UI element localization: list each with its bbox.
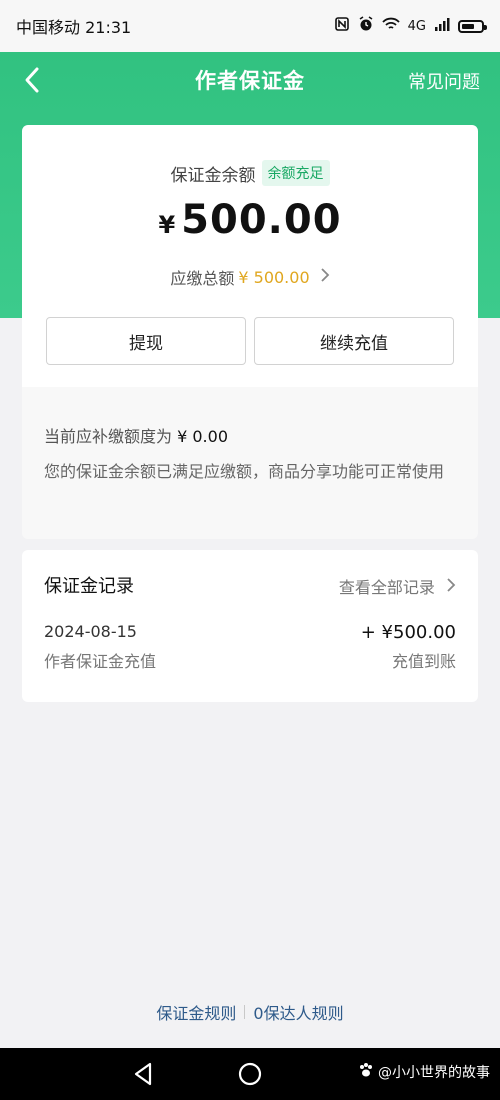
triangle-back-icon [134,1062,152,1086]
status-icons: 4G [334,16,487,36]
record-date: 2024-08-15 [44,622,137,641]
record-amount: + ¥500.00 [360,622,456,643]
status-bar: 中国移动 21:31 4G [0,0,500,52]
footer-links: 保证金规则 0保达人规则 [0,1000,500,1024]
watermark: @小小世界的故事 [358,1062,490,1082]
wifi-icon [381,17,400,35]
deposit-rules-link[interactable]: 保证金规则 [156,1000,236,1024]
balance-amount-row: ¥ 500.00 [22,197,478,243]
faq-link[interactable]: 常见问题 [408,68,480,94]
records-card: 保证金记录 查看全部记录 2024-08-15 作者保证金充值 + ¥500.0… [22,550,478,702]
watermark-text: @小小世界的故事 [378,1065,490,1081]
system-nav-bar: @小小世界的故事 [0,1048,500,1100]
carrier-name: 中国移动 [16,18,81,37]
info-message: 您的保证金余额已满足应缴额，商品分享功能可正常使用 [44,462,445,481]
battery-icon [458,19,487,33]
guarantor-rules-link[interactable]: 0保达人规则 [253,1000,343,1024]
signal-icon [434,17,450,35]
page-title: 作者保证金 [195,69,305,93]
alarm-icon [358,16,374,36]
currency-symbol: ¥ [158,211,176,239]
status-left: 中国移动 21:31 [16,14,131,38]
records-title: 保证金记录 [44,576,134,597]
view-all-records-link[interactable]: 查看全部记录 [339,574,456,598]
balance-amount: 500.00 [181,197,342,243]
nfc-icon [334,16,350,36]
system-back-button[interactable] [130,1060,158,1088]
chevron-left-icon [25,67,39,93]
record-type: 作者保证金充值 [44,652,157,671]
recharge-button[interactable]: 继续充值 [254,317,454,365]
back-button[interactable] [18,64,50,96]
balance-label: 保证金余额 [170,165,256,186]
record-status: 充值到账 [391,652,456,671]
view-all-label: 查看全部记录 [338,578,435,597]
divider [244,1005,246,1019]
total-due-label: 应缴总额 [170,269,235,288]
nav-bar: 作者保证金 常见问题 [0,52,500,108]
system-home-button[interactable] [236,1060,264,1088]
total-due-value: ¥ 500.00 [238,267,310,287]
status-badge: 余额充足 [261,160,330,186]
status-time: 21:31 [85,18,132,37]
total-due-row[interactable]: 应缴总额 ¥ 500.00 [22,265,478,289]
chevron-right-icon [320,267,330,288]
withdraw-button[interactable]: 提现 [46,317,246,365]
paw-icon [358,1062,374,1082]
balance-card: 保证金余额 余额充足 ¥ 500.00 应缴总额 ¥ 500.00 提现 继续充… [22,125,478,387]
info-panel: 当前应补缴额度为 ¥ 0.00 您的保证金余额已满足应缴额，商品分享功能可正常使… [22,387,478,539]
network-type: 4G [407,18,426,34]
balance-label-row: 保证金余额 余额充足 [22,160,478,186]
circle-home-icon [238,1062,262,1086]
chevron-right-icon [446,578,456,597]
supplement-row: 当前应补缴额度为 ¥ 0.00 [44,423,228,447]
supplement-value: ¥ 0.00 [177,427,228,446]
supplement-label: 当前应补缴额度为 [44,427,173,446]
